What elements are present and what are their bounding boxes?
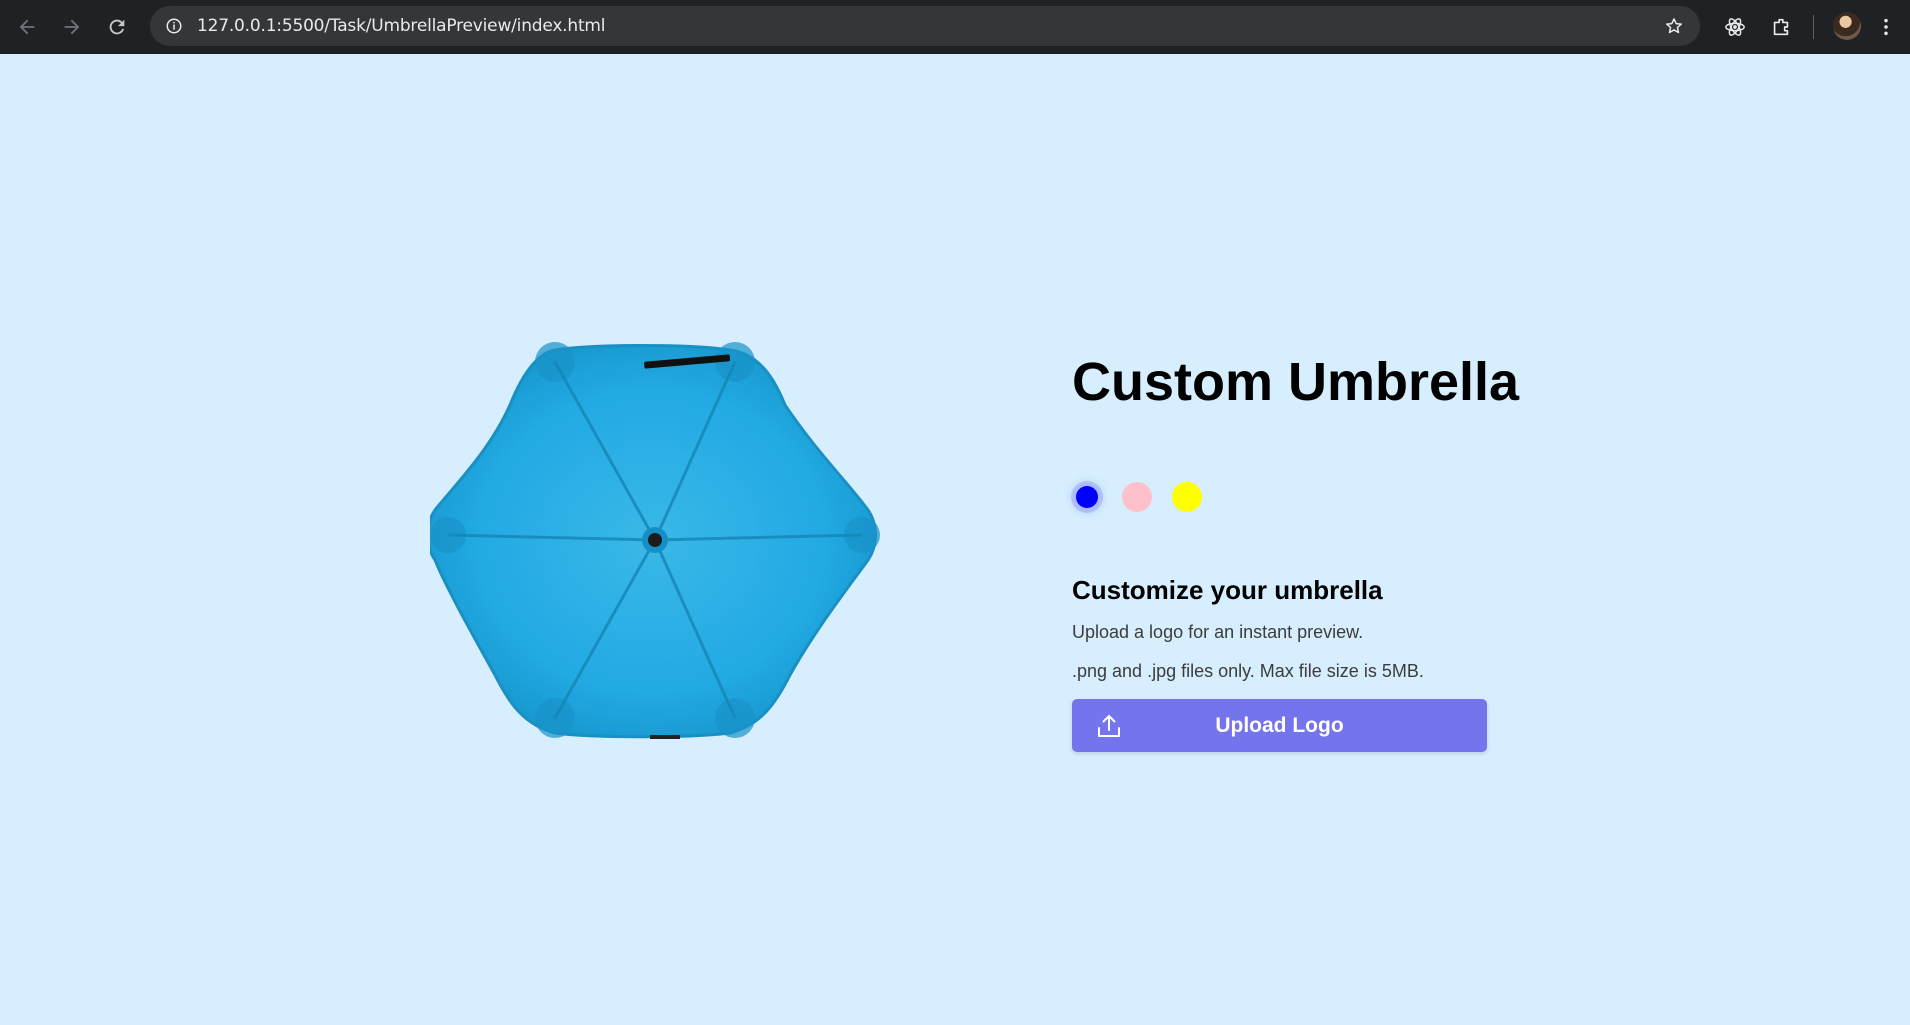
upload-icon	[1098, 715, 1120, 737]
browser-toolbar: 127.0.0.1:5500/Task/UmbrellaPreview/inde…	[0, 0, 1910, 54]
back-button[interactable]	[9, 9, 45, 45]
upload-button-label: Upload Logo	[1215, 714, 1344, 737]
url-text[interactable]: 127.0.0.1:5500/Task/UmbrellaPreview/inde…	[197, 6, 606, 46]
site-info-button[interactable]	[160, 12, 188, 40]
forward-button[interactable]	[54, 9, 90, 45]
extensions-button[interactable]	[1765, 11, 1797, 43]
address-bar[interactable]: 127.0.0.1:5500/Task/UmbrellaPreview/inde…	[150, 6, 1700, 46]
bookmark-star-icon	[1666, 18, 1682, 34]
upload-logo-button[interactable]: Upload Logo	[1072, 699, 1487, 752]
umbrella-image	[426, 340, 880, 740]
bookmark-button[interactable]	[1662, 14, 1686, 38]
swatch-blue[interactable]	[1076, 486, 1098, 508]
react-devtools-button[interactable]	[1719, 11, 1751, 43]
reload-icon	[109, 19, 125, 35]
react-devtools-icon	[1725, 18, 1745, 36]
back-icon	[19, 19, 35, 35]
menu-button[interactable]	[1870, 11, 1902, 43]
swatch-yellow[interactable]	[1172, 482, 1202, 512]
toolbar-divider	[1813, 15, 1814, 39]
customizer-panel: Custom Umbrella Customize your umbrella …	[1072, 350, 1520, 752]
upload-description: Upload a logo for an instant preview.	[1072, 622, 1364, 642]
site-info-icon	[166, 18, 182, 34]
customize-heading: Customize your umbrella	[1072, 575, 1383, 605]
umbrella-icon	[426, 342, 880, 739]
color-swatches	[1072, 480, 1222, 514]
forward-icon	[64, 19, 80, 35]
reload-button[interactable]	[99, 9, 135, 45]
menu-icon	[1884, 18, 1888, 36]
extensions-icon	[1773, 18, 1789, 36]
swatch-pink[interactable]	[1122, 482, 1152, 512]
profile-avatar[interactable]	[1833, 12, 1861, 40]
page-title: Custom Umbrella	[1072, 352, 1520, 412]
file-requirements: .png and .jpg files only. Max file size …	[1072, 661, 1424, 681]
